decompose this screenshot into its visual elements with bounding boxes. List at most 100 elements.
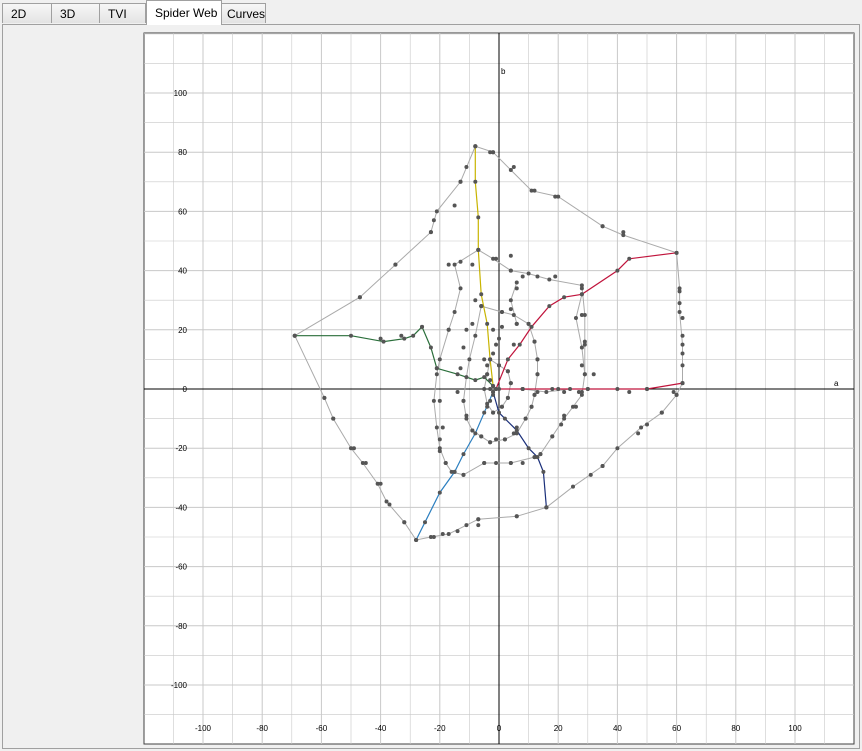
data-point (488, 440, 493, 445)
data-point (494, 461, 499, 465)
y-tick-label: 40 (178, 267, 187, 276)
data-point (532, 392, 537, 397)
data-point (562, 389, 567, 394)
data-point (491, 392, 496, 397)
data-point (559, 422, 564, 427)
data-point (455, 389, 460, 394)
data-point (434, 209, 439, 214)
data-point (547, 277, 552, 282)
data-point (520, 387, 525, 391)
data-point (571, 484, 575, 489)
x-tick-label: -80 (256, 724, 268, 733)
data-point (387, 502, 392, 507)
data-point (520, 461, 525, 465)
data-point (402, 520, 407, 525)
data-point (431, 398, 436, 403)
data-point (322, 395, 327, 400)
x-tick-label: 100 (788, 724, 802, 733)
data-point (434, 425, 439, 430)
data-point (671, 389, 676, 394)
data-point (573, 315, 578, 320)
data-point (505, 357, 510, 362)
data-point (494, 342, 499, 347)
data-point (508, 253, 513, 258)
data-point (411, 333, 416, 338)
data-point (464, 375, 469, 380)
data-point (677, 310, 682, 315)
data-point (428, 345, 433, 350)
data-point (511, 342, 516, 347)
data-point (680, 342, 685, 347)
data-point (434, 372, 439, 377)
data-point (440, 425, 445, 430)
data-point (568, 387, 573, 391)
y-axis-label: b (501, 67, 506, 76)
data-point (458, 179, 463, 184)
data-point (473, 298, 478, 303)
data-point (582, 372, 587, 377)
data-point (491, 150, 496, 155)
data-point (514, 280, 519, 285)
data-point (434, 366, 439, 371)
x-tick-label: 60 (672, 724, 681, 733)
data-point (437, 357, 442, 362)
data-point (544, 505, 549, 510)
y-tick-label: -40 (175, 503, 187, 512)
data-point (431, 218, 436, 223)
data-point (674, 392, 679, 397)
data-point (491, 327, 496, 332)
data-point (532, 188, 537, 193)
data-point (544, 389, 549, 394)
data-point (529, 324, 534, 329)
data-point (550, 434, 555, 439)
x-tick-label: 80 (731, 724, 740, 733)
data-point (553, 194, 558, 199)
data-point (526, 321, 531, 326)
data-point (508, 461, 513, 465)
data-point (494, 437, 499, 442)
data-point (538, 452, 543, 457)
data-point (470, 428, 475, 433)
data-point (437, 398, 442, 403)
data-point (556, 387, 561, 391)
data-point (615, 387, 620, 391)
data-point (479, 304, 484, 309)
data-point (680, 315, 685, 320)
data-point (535, 389, 540, 394)
y-tick-label: 20 (178, 326, 187, 335)
data-point (452, 262, 457, 267)
data-point (615, 446, 620, 451)
data-point (482, 357, 487, 362)
data-point (384, 499, 389, 504)
x-axis-label: a (834, 379, 839, 388)
data-point (505, 369, 510, 374)
data-point (499, 404, 504, 409)
data-point (461, 345, 466, 350)
data-point (636, 431, 641, 436)
data-point (491, 410, 496, 415)
data-point (351, 446, 356, 451)
data-point (428, 230, 433, 235)
data-point (452, 203, 457, 208)
data-point (579, 313, 584, 317)
y-tick-label: -80 (175, 622, 187, 631)
data-point (499, 310, 504, 315)
data-point (535, 372, 540, 377)
data-point (562, 413, 567, 418)
data-point (680, 351, 685, 356)
data-point (363, 461, 368, 465)
data-point (470, 321, 475, 326)
data-point (627, 256, 632, 261)
x-tick-label: -100 (195, 724, 212, 733)
y-tick-label: 80 (178, 148, 187, 157)
data-point (615, 268, 620, 273)
data-point (494, 256, 499, 261)
tab-spider-web[interactable]: Spider Web (146, 0, 222, 25)
y-tick-label: 60 (178, 207, 187, 216)
data-point (497, 363, 501, 368)
data-point (491, 384, 496, 389)
data-point (488, 357, 493, 362)
data-point (588, 472, 593, 477)
data-point (381, 339, 386, 344)
data-point (600, 224, 605, 229)
